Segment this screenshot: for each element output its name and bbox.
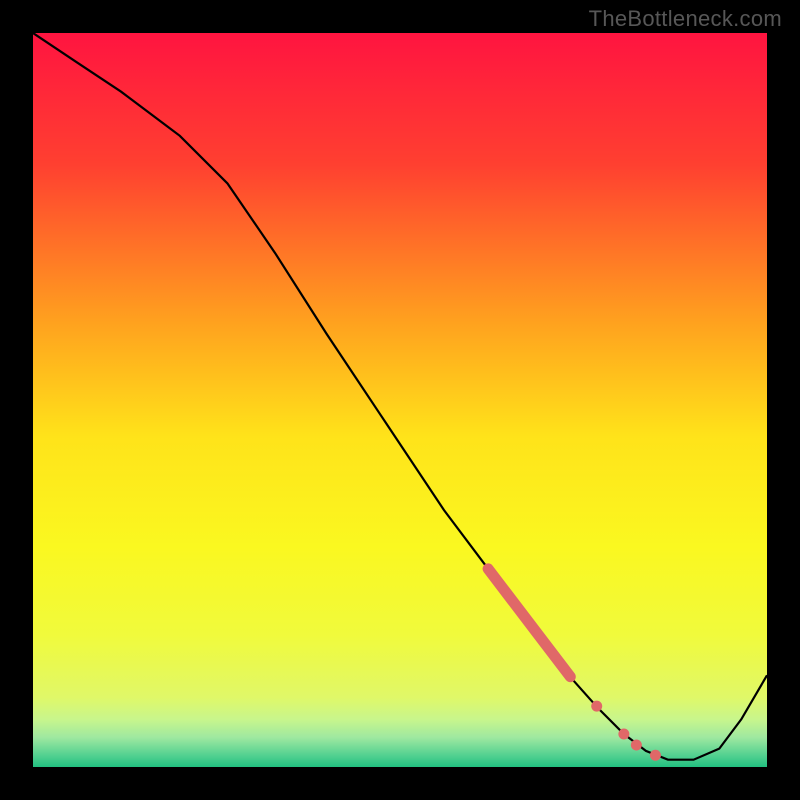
gradient-background bbox=[33, 33, 767, 767]
chart-svg bbox=[33, 33, 767, 767]
dot-1 bbox=[591, 701, 602, 712]
dot-4 bbox=[650, 750, 661, 761]
watermark-text: TheBottleneck.com bbox=[589, 6, 782, 32]
outer-frame: TheBottleneck.com bbox=[0, 0, 800, 800]
dot-2 bbox=[618, 728, 629, 739]
dot-3 bbox=[631, 739, 642, 750]
plot-area bbox=[33, 33, 767, 767]
